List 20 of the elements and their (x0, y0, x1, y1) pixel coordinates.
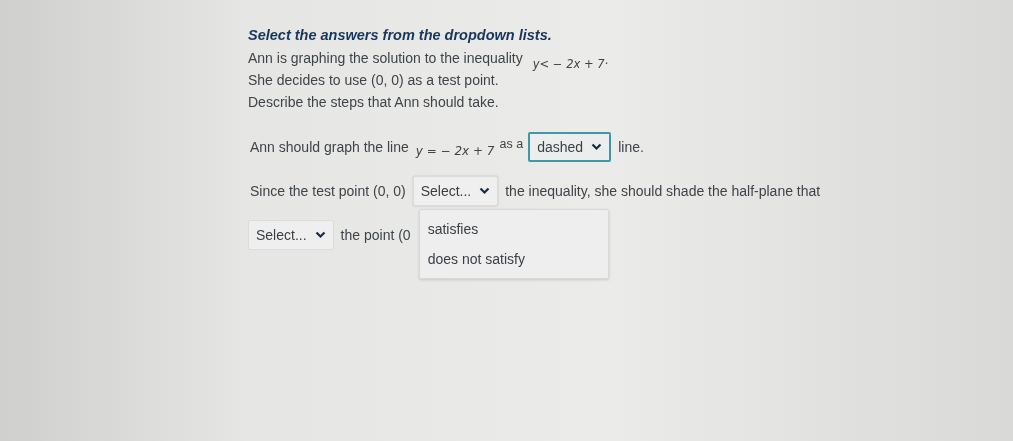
dropdown[interactable]: Select... (248, 220, 334, 250)
sentence-text: line. (618, 137, 644, 157)
chevron-icon (314, 231, 326, 239)
chevron-icon (591, 143, 603, 151)
paragraph: Ann is graphing the solution to the inequality (248, 49, 523, 68)
sentence-text: the inequality, she should shade the half-plane that (505, 181, 821, 201)
dropdown-option[interactable]: does not satisfy (419, 244, 608, 274)
sentence-text: Ann should graph the line (250, 137, 409, 157)
sentence-text: as a (499, 135, 524, 153)
chevron-icon (479, 187, 491, 195)
math-expression: y = − 2x + 7 (415, 143, 495, 160)
dropdown[interactable]: Select... (412, 176, 499, 206)
dropdown-option[interactable]: satisfies (419, 214, 608, 244)
paragraph: Describe the steps that Ann should take. (248, 93, 499, 112)
sentence-text: the point (0 (340, 225, 411, 245)
paragraph: She decides to use (0, 0) as a test point. (248, 71, 499, 90)
dropdown[interactable]: dashed (528, 132, 612, 162)
math-expression: y< − 2x + 7· (532, 55, 609, 73)
instruction: Select the answers from the dropdown lists. (248, 26, 553, 45)
sentence-text: Since the test point (0, 0) (250, 181, 406, 201)
